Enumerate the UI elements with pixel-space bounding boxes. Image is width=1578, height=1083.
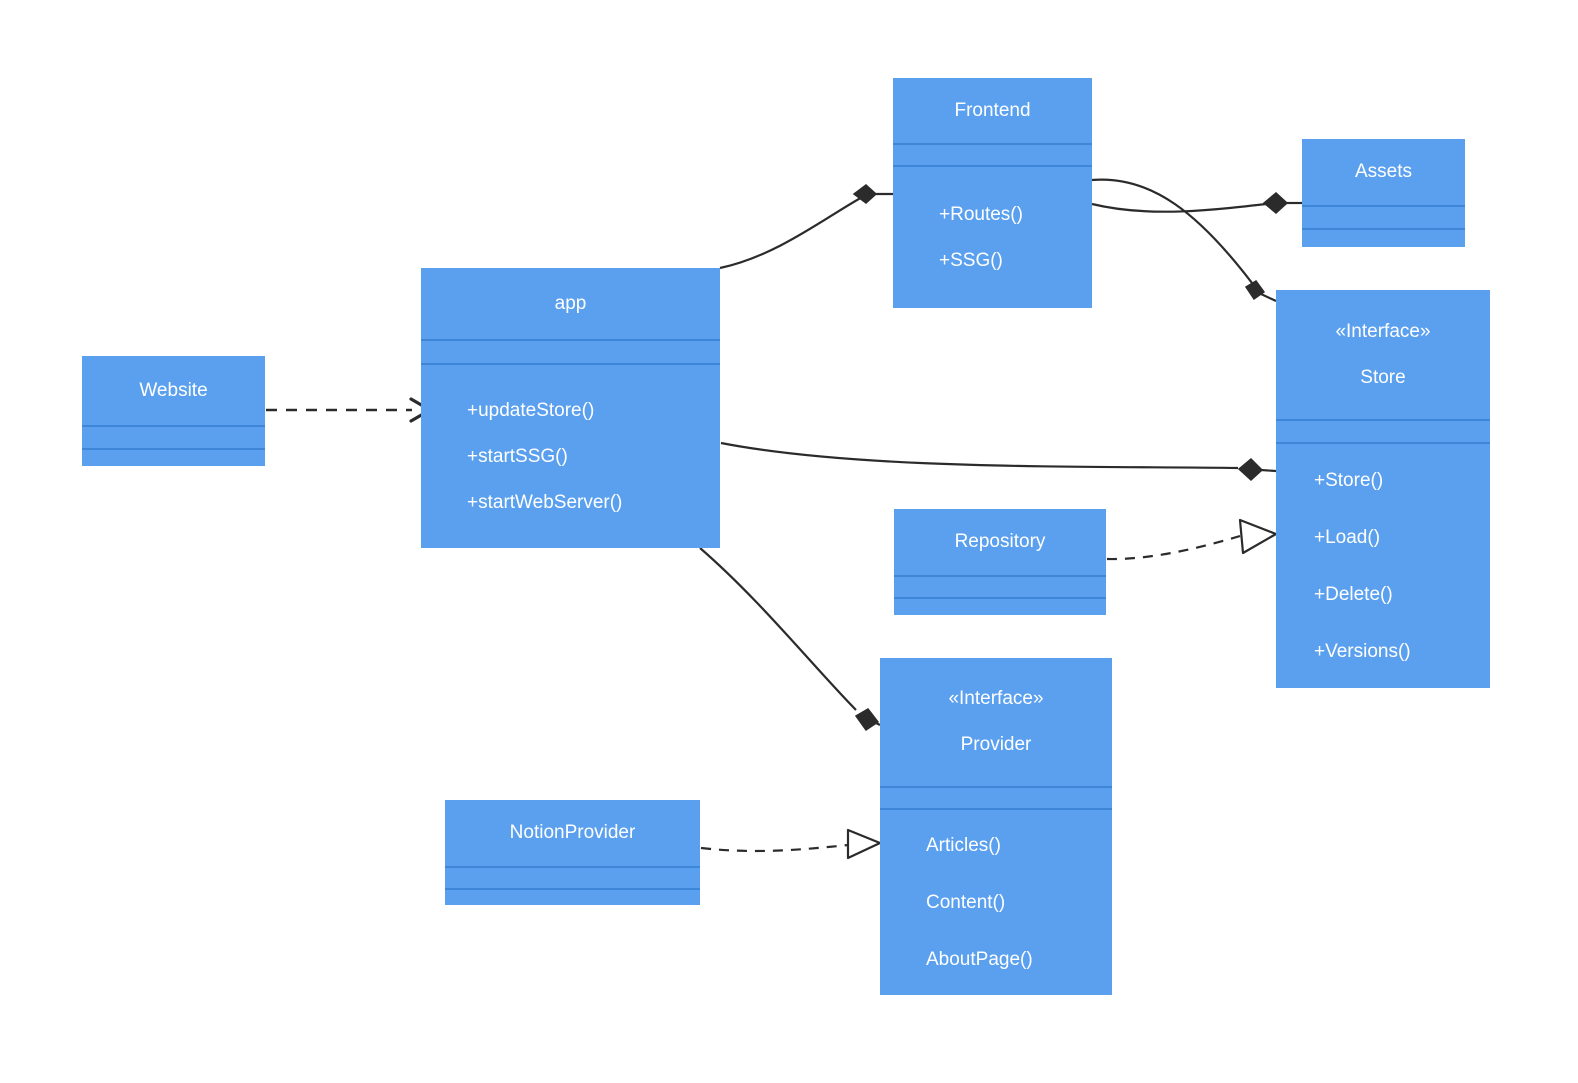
class-method-item: Articles()	[926, 835, 1001, 857]
class-methods: +updateStore() +startSSG() +startWebServ…	[421, 365, 720, 548]
class-name-label: app	[554, 292, 587, 314]
class-method-item: +Store()	[1314, 470, 1384, 492]
class-node-assets[interactable]: Assets	[1302, 139, 1465, 247]
class-header: «Interface» Store	[1276, 290, 1490, 421]
class-attributes	[893, 145, 1092, 167]
filled-diamond-icon	[1237, 457, 1264, 482]
edge-website-to-app	[266, 397, 432, 423]
class-stereotype-label: «Interface»	[1335, 320, 1431, 342]
edge-stub	[871, 720, 881, 726]
edge-line	[699, 547, 857, 711]
class-header: Website	[82, 356, 265, 427]
class-methods: +Store() +Load() +Delete() +Versions()	[1276, 444, 1490, 688]
class-name-label: NotionProvider	[509, 822, 636, 844]
edge-notionprovider-to-provider	[700, 828, 882, 860]
class-node-app[interactable]: app +updateStore() +startSSG() +startWeb…	[421, 268, 720, 548]
filled-diamond-icon	[854, 708, 880, 732]
edge-frontend-to-store	[1091, 178, 1277, 302]
class-methods	[445, 890, 700, 905]
class-header: Assets	[1302, 139, 1465, 207]
filled-diamond-icon	[1244, 280, 1266, 301]
class-method-item: +updateStore()	[467, 400, 595, 422]
edge-line	[700, 843, 849, 853]
edge-repository-to-store	[1106, 518, 1278, 561]
class-methods	[82, 450, 265, 466]
edge-app-to-frontend	[719, 184, 893, 270]
class-node-website[interactable]: Website	[82, 356, 265, 466]
class-method-item: +startWebServer()	[467, 491, 623, 513]
class-methods: Articles() Content() AboutPage()	[880, 810, 1112, 995]
class-attributes	[894, 577, 1106, 599]
class-attributes	[880, 788, 1112, 810]
class-stereotype-label: «Interface»	[948, 688, 1044, 710]
class-header: app	[421, 268, 720, 341]
class-node-provider[interactable]: «Interface» Provider Articles() Content(…	[880, 658, 1112, 995]
edge-line	[1091, 201, 1275, 213]
class-attributes	[421, 341, 720, 365]
class-method-item: AboutPage()	[926, 948, 1033, 970]
class-node-frontend[interactable]: Frontend +Routes() +SSG()	[893, 78, 1092, 308]
class-node-notionprovider[interactable]: NotionProvider	[445, 800, 700, 905]
class-name-label: Provider	[960, 734, 1032, 755]
class-name-label: Website	[139, 379, 208, 401]
edge-line	[720, 441, 1239, 470]
edge-line	[1091, 178, 1253, 284]
class-header: «Interface» Provider	[880, 658, 1112, 788]
class-node-repository[interactable]: Repository	[894, 509, 1106, 615]
class-method-item: +Routes()	[939, 204, 1023, 226]
class-header: Frontend	[893, 78, 1092, 145]
class-name-label: Repository	[954, 531, 1046, 553]
hollow-triangle-icon	[1238, 518, 1278, 555]
class-methods: +Routes() +SSG()	[893, 167, 1092, 308]
edge-frontend-to-assets	[1091, 192, 1302, 214]
class-attributes	[1276, 421, 1490, 444]
edge-line	[719, 194, 867, 270]
uml-class-diagram: app : dependency (dashed, open arrowhead…	[0, 0, 1578, 1083]
edge-app-to-store	[720, 441, 1277, 482]
class-name-label: Frontend	[954, 99, 1031, 121]
class-method-item: +Versions()	[1314, 640, 1411, 662]
class-methods	[1302, 230, 1465, 247]
class-attributes	[445, 868, 700, 890]
hollow-triangle-icon	[846, 828, 882, 860]
edge-stub	[1260, 468, 1277, 473]
class-node-store[interactable]: «Interface» Store +Store() +Load() +Dele…	[1276, 290, 1490, 688]
edge-app-to-provider	[699, 547, 881, 732]
class-header: NotionProvider	[445, 800, 700, 868]
filled-diamond-icon	[1262, 192, 1289, 214]
class-method-item: +SSG()	[939, 250, 1003, 271]
filled-diamond-icon	[852, 184, 878, 204]
class-method-item: +Load()	[1314, 527, 1381, 549]
class-header: Repository	[894, 509, 1106, 577]
class-attributes	[82, 427, 265, 450]
class-attributes	[1302, 207, 1465, 230]
edge-stub	[1260, 293, 1277, 302]
class-methods	[894, 599, 1106, 615]
class-method-item: Content()	[926, 892, 1006, 914]
class-method-item: +startSSG()	[467, 446, 568, 468]
class-name-label: Assets	[1354, 161, 1413, 183]
class-method-item: +Delete()	[1314, 584, 1393, 605]
class-name-label: Store	[1360, 366, 1406, 388]
edge-line	[1106, 534, 1241, 561]
